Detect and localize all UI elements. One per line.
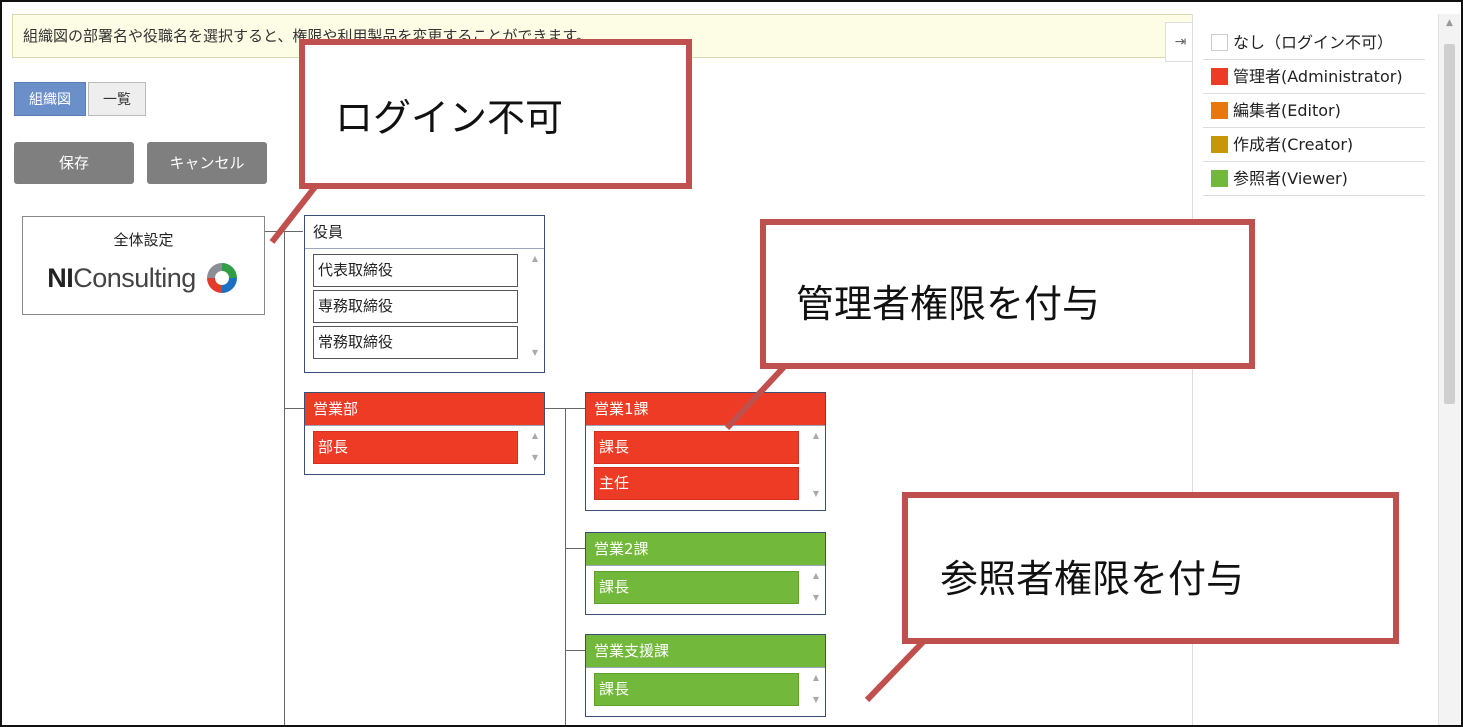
legend-label: 編集者(Editor): [1233, 101, 1341, 120]
legend-swatch: [1211, 68, 1228, 85]
role-scrollbar[interactable]: ▲ ▼: [809, 571, 823, 604]
legend-collapse-toggle[interactable]: ⇥: [1165, 22, 1195, 62]
role-item[interactable]: 部長: [313, 431, 518, 464]
tab-org-chart[interactable]: 組織図: [14, 82, 86, 116]
connector-line: [565, 548, 585, 549]
dept-box-executives[interactable]: 役員 代表取締役 専務取締役 常務取締役 ▲ ▼: [304, 215, 545, 373]
dept-box-sales[interactable]: 営業部 部長 ▲ ▼: [304, 392, 545, 475]
dept-name[interactable]: 営業部: [305, 393, 544, 426]
logo-mark-icon: [206, 263, 237, 293]
legend-item-editor[interactable]: 編集者(Editor): [1203, 94, 1425, 128]
role-item[interactable]: 代表取締役: [313, 254, 518, 287]
role-scrollbar[interactable]: ▲ ▼: [809, 431, 823, 500]
collapse-arrow-icon[interactable]: ⇥: [1175, 34, 1187, 50]
callout-text: 管理者権限を付与: [796, 282, 1101, 326]
callout-text: ログイン不可: [335, 96, 564, 140]
role-item[interactable]: 課長: [594, 571, 799, 604]
connector-line: [565, 408, 566, 725]
legend-item-none[interactable]: なし（ログイン不可）: [1203, 26, 1425, 60]
role-item[interactable]: 主任: [594, 467, 799, 500]
dept-name[interactable]: 役員: [305, 216, 544, 249]
role-scrollbar[interactable]: ▲ ▼: [809, 673, 823, 706]
legend-item-viewer[interactable]: 参照者(Viewer): [1203, 162, 1425, 196]
company-root-node[interactable]: 全体設定 NIConsulting: [22, 216, 265, 315]
dept-name[interactable]: 営業1課: [586, 393, 825, 426]
connector-line: [284, 408, 304, 409]
scroll-down-icon[interactable]: ▼: [809, 489, 823, 498]
scroll-up-icon[interactable]: ▲: [809, 431, 823, 440]
scroll-up-icon[interactable]: ▲: [809, 571, 823, 580]
legend-label: 管理者(Administrator): [1233, 67, 1403, 86]
logo-text: NIConsulting: [47, 262, 196, 293]
dept-box-sales-2[interactable]: 営業2課 課長 ▲ ▼: [585, 532, 826, 615]
company-logo: NIConsulting: [23, 260, 264, 296]
legend-swatch: [1211, 136, 1228, 153]
scroll-up-icon[interactable]: ▲: [528, 431, 542, 440]
cancel-button[interactable]: キャンセル: [147, 142, 267, 184]
legend-label: 参照者(Viewer): [1233, 169, 1348, 188]
role-item[interactable]: 課長: [594, 673, 799, 706]
role-scrollbar[interactable]: ▲ ▼: [528, 431, 542, 464]
legend-item-administrator[interactable]: 管理者(Administrator): [1203, 60, 1425, 94]
tab-list[interactable]: 一覧: [88, 82, 146, 116]
role-scrollbar[interactable]: ▲ ▼: [528, 254, 542, 359]
role-item[interactable]: 常務取締役: [313, 326, 518, 359]
page-scrollbar[interactable]: ▲: [1438, 14, 1460, 725]
view-tabs: 組織図 一覧: [14, 82, 146, 116]
role-item[interactable]: 専務取締役: [313, 290, 518, 323]
app-frame: 組織図の部署名や役職名を選択すると、権限や利用製品を変更することができます。 組…: [0, 0, 1463, 727]
dept-name[interactable]: 営業支援課: [586, 635, 825, 668]
connector-line: [284, 231, 285, 725]
callout-viewer: 参照者権限を付与: [902, 492, 1399, 644]
legend-label: なし（ログイン不可）: [1233, 33, 1394, 52]
scrollbar-thumb[interactable]: [1444, 44, 1455, 404]
legend-swatch: [1211, 170, 1228, 187]
legend-swatch: [1211, 34, 1228, 51]
dept-box-sales-1[interactable]: 営業1課 課長 主任 ▲ ▼: [585, 392, 826, 511]
callout-text: 参照者権限を付与: [940, 557, 1245, 601]
callout-admin: 管理者権限を付与: [760, 219, 1255, 369]
connector-line: [565, 650, 585, 651]
legend-swatch: [1211, 102, 1228, 119]
dept-name[interactable]: 営業2課: [586, 533, 825, 566]
legend-label: 作成者(Creator): [1233, 135, 1354, 154]
scroll-up-icon[interactable]: ▲: [809, 673, 823, 682]
dept-box-sales-support[interactable]: 営業支援課 課長 ▲ ▼: [585, 634, 826, 717]
scroll-down-icon[interactable]: ▼: [809, 593, 823, 602]
save-button[interactable]: 保存: [14, 142, 134, 184]
legend-item-creator[interactable]: 作成者(Creator): [1203, 128, 1425, 162]
role-item[interactable]: 課長: [594, 431, 799, 464]
company-settings-title: 全体設定: [113, 231, 174, 249]
scroll-down-icon[interactable]: ▼: [528, 453, 542, 462]
scroll-down-icon[interactable]: ▼: [528, 348, 542, 357]
scroll-down-icon[interactable]: ▼: [809, 695, 823, 704]
scroll-up-icon[interactable]: ▲: [528, 254, 542, 263]
scroll-up-icon[interactable]: ▲: [1439, 18, 1460, 28]
callout-no-login: ログイン不可: [299, 39, 692, 189]
